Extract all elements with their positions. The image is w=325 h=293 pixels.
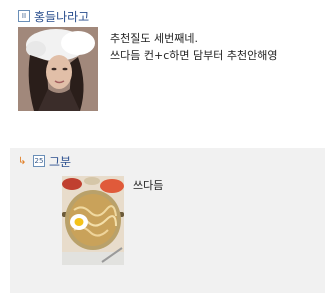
reply-arrow-icon: ↳ bbox=[18, 156, 27, 167]
comment-header: II 홍들나라고 bbox=[18, 8, 89, 24]
comment-line: 쓰다듬 컨+c하면 담부터 추천안해영 bbox=[110, 49, 278, 62]
reply-header: 25 그분 bbox=[33, 153, 71, 169]
comment-line: 추천질도 세번째네. bbox=[110, 32, 198, 45]
level-badge-icon: II bbox=[18, 10, 30, 22]
comment-body: 추천질도 세번째네. 쓰다듬 컨+c하면 담부터 추천안해영 bbox=[110, 30, 320, 64]
comment-avatar-photo[interactable] bbox=[18, 27, 98, 111]
reply-food-photo[interactable] bbox=[62, 176, 124, 265]
level-badge-icon: 25 bbox=[33, 155, 45, 167]
reply-body: 쓰다듬 bbox=[133, 179, 164, 192]
comment-thread: II 홍들나라고 추천질도 세번째네. 쓰다듬 컨+c하면 담부터 추천안해영 … bbox=[0, 0, 325, 293]
reply-author[interactable]: 그분 bbox=[49, 153, 71, 170]
reply-box: ↳ 25 그분 쓰다듬 bbox=[10, 148, 325, 293]
comment-author[interactable]: 홍들나라고 bbox=[34, 8, 89, 25]
